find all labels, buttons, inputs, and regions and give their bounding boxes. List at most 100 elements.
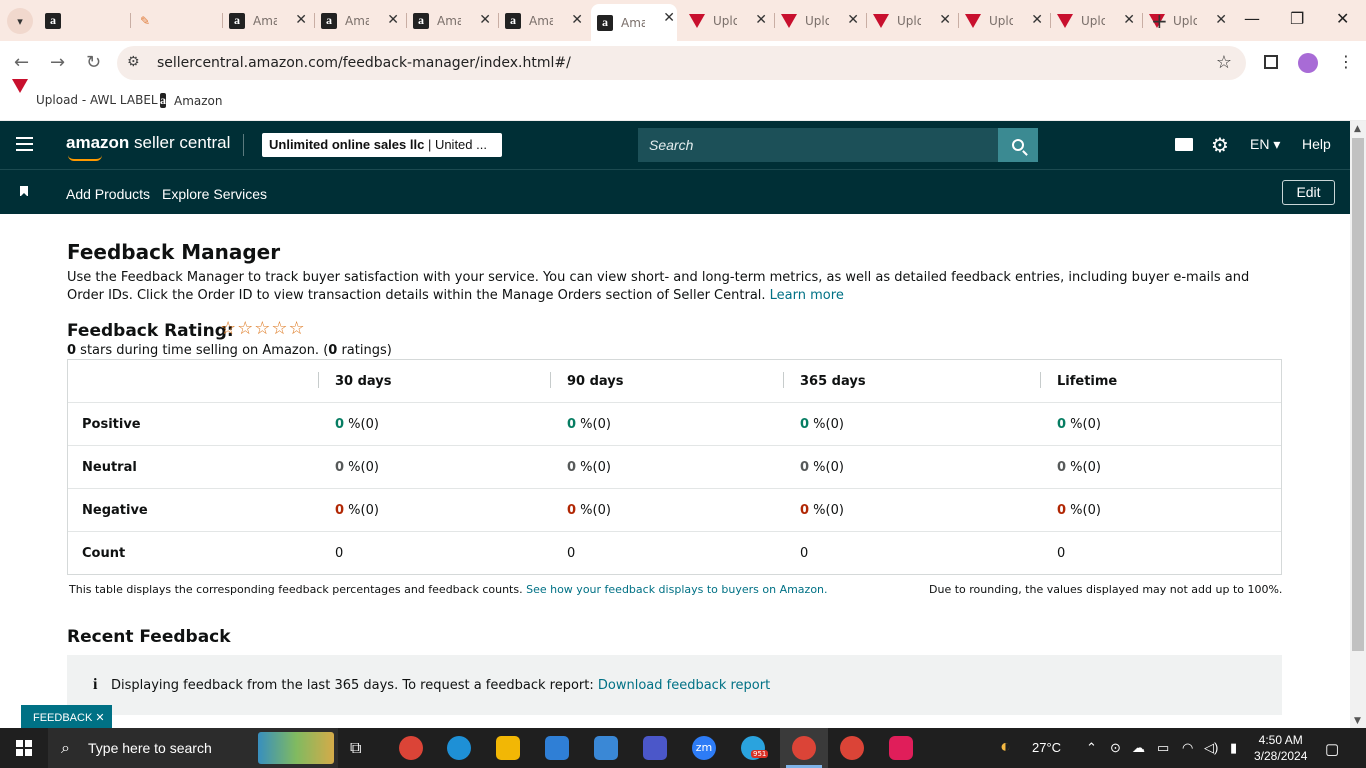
- feedback-widget-button[interactable]: FEEDBACK ✕: [21, 705, 112, 729]
- network-status-icon[interactable]: ⊙: [1110, 740, 1121, 756]
- upload-icon: [689, 13, 705, 29]
- browser-tab[interactable]: a Ama ✕: [413, 6, 493, 35]
- tray-chevron-icon[interactable]: ⌃: [1086, 740, 1097, 756]
- zoom-icon[interactable]: zm: [692, 736, 716, 760]
- close-tab-icon[interactable]: ✕: [1031, 12, 1043, 28]
- battery-icon[interactable]: ▭: [1157, 740, 1169, 756]
- row-label: Positive: [82, 417, 141, 432]
- url-text[interactable]: sellercentral.amazon.com/feedback-manage…: [157, 55, 571, 71]
- omnibox[interactable]: ⚙ sellercentral.amazon.com/feedback-mana…: [117, 46, 1246, 80]
- notifications-icon[interactable]: ▢: [1325, 740, 1339, 758]
- reload-button[interactable]: ↻: [86, 52, 101, 73]
- close-window-button[interactable]: ✕: [1336, 9, 1349, 28]
- telegram-icon[interactable]: 951: [741, 736, 769, 760]
- amazon-icon: a: [229, 12, 245, 29]
- help-link[interactable]: Help: [1302, 136, 1331, 152]
- weather-temp[interactable]: 27°C: [1032, 740, 1061, 755]
- bookmark-upload[interactable]: Upload - AWL LABEL: [12, 79, 158, 107]
- task-view-icon[interactable]: ⧉: [350, 740, 361, 758]
- account-switcher[interactable]: Unlimited online sales llc | United ...: [262, 133, 502, 157]
- bookmark-star-icon[interactable]: ☆: [1216, 52, 1232, 73]
- browser-tab[interactable]: Uplo ✕: [1057, 6, 1137, 35]
- wifi-icon[interactable]: ◠: [1182, 740, 1193, 756]
- video-editor-icon[interactable]: [643, 736, 667, 760]
- tab-search-button[interactable]: ▾: [7, 8, 33, 34]
- windows-start-icon[interactable]: [16, 740, 32, 756]
- search-input[interactable]: Search: [638, 128, 998, 162]
- table-cell: 0 %(0): [335, 417, 379, 432]
- close-tab-icon[interactable]: ✕: [755, 12, 767, 28]
- table-row: Neutral 0 %(0) 0 %(0) 0 %(0) 0 %(0): [68, 446, 1281, 489]
- browser-tab[interactable]: a: [45, 6, 125, 35]
- side-panel-icon[interactable]: [1264, 55, 1278, 69]
- gear-icon[interactable]: ⚙: [1211, 133, 1229, 157]
- close-tab-icon[interactable]: ✕: [479, 12, 491, 28]
- mail-icon[interactable]: [1175, 138, 1193, 151]
- close-tab-icon[interactable]: ✕: [387, 12, 399, 28]
- store-icon[interactable]: [545, 736, 569, 760]
- page-title: Feedback Manager: [67, 240, 281, 264]
- search-icon: [1012, 139, 1024, 151]
- page-scrollbar[interactable]: ▲ ▼: [1350, 121, 1366, 728]
- language-selector[interactable]: EN ▾: [1250, 136, 1280, 153]
- bookmark-amazon[interactable]: a Amazon: [160, 93, 223, 108]
- download-report-link[interactable]: Download feedback report: [598, 678, 770, 693]
- close-tab-icon[interactable]: ✕: [939, 12, 951, 28]
- browser-tab[interactable]: Uplo ✕: [781, 6, 861, 35]
- profile-avatar[interactable]: [1298, 53, 1318, 73]
- hamburger-menu-icon[interactable]: [16, 137, 33, 155]
- volume-icon[interactable]: ◁): [1204, 740, 1218, 756]
- learn-more-link[interactable]: Learn more: [770, 288, 844, 303]
- taskbar-search[interactable]: ⌕ Type here to search: [48, 728, 338, 768]
- site-info-icon[interactable]: ⚙: [127, 54, 140, 70]
- nav-add-products[interactable]: Add Products: [66, 186, 150, 202]
- seller-central-nav: Add Products Explore Services Edit: [0, 169, 1350, 214]
- info-alert: i Displaying feedback from the last 365 …: [67, 655, 1282, 715]
- browser-tab[interactable]: ✎: [137, 6, 217, 35]
- restore-button[interactable]: ❐: [1290, 9, 1304, 28]
- close-tab-icon[interactable]: ✕: [663, 10, 675, 26]
- browser-tab[interactable]: a Ama ✕: [591, 4, 677, 41]
- seller-central-logo[interactable]: amazon seller central: [66, 133, 230, 153]
- slack-icon[interactable]: [889, 736, 913, 760]
- search-button[interactable]: [998, 128, 1038, 162]
- close-tab-icon[interactable]: ✕: [295, 12, 307, 28]
- forward-button[interactable]: →: [50, 52, 65, 73]
- chrome-profile-icon[interactable]: [840, 736, 864, 760]
- table-cell: 0 %(0): [800, 417, 844, 432]
- new-tab-button[interactable]: +: [1151, 9, 1168, 33]
- feedback-rating-label: Feedback Rating:: [67, 321, 234, 341]
- browser-tab[interactable]: Uplo ✕: [965, 6, 1045, 35]
- scroll-down-icon[interactable]: ▼: [1354, 716, 1361, 726]
- close-tab-icon[interactable]: ✕: [1123, 12, 1135, 28]
- browser-tab[interactable]: a Ama ✕: [505, 6, 585, 35]
- nav-explore-services[interactable]: Explore Services: [162, 186, 267, 202]
- bookmark-icon[interactable]: [20, 186, 28, 197]
- edit-nav-button[interactable]: Edit: [1282, 180, 1335, 205]
- back-button[interactable]: ←: [14, 52, 29, 73]
- microphone-icon[interactable]: ▮: [1230, 740, 1237, 756]
- browser-tab[interactable]: a Ama ✕: [321, 6, 401, 35]
- file-explorer-icon[interactable]: [496, 736, 520, 760]
- browser-tab[interactable]: Uplo ✕: [873, 6, 953, 35]
- browser-tab[interactable]: Uplo ✕: [689, 6, 769, 35]
- edge-icon[interactable]: [447, 736, 471, 760]
- close-tab-icon[interactable]: ✕: [1215, 12, 1227, 28]
- browser-menu-icon[interactable]: ⋮: [1338, 52, 1354, 71]
- onedrive-icon[interactable]: ☁: [1132, 740, 1145, 756]
- close-tab-icon[interactable]: ✕: [571, 12, 583, 28]
- column-header: 30 days: [335, 374, 392, 389]
- weather-icon[interactable]: ◐: [1000, 736, 1011, 757]
- chrome-icon[interactable]: [399, 736, 423, 760]
- scroll-up-icon[interactable]: ▲: [1354, 124, 1361, 134]
- mail-app-icon[interactable]: [594, 736, 618, 760]
- chrome-active-icon[interactable]: [792, 736, 816, 760]
- browser-tab[interactable]: a Ama ✕: [229, 6, 309, 35]
- scroll-thumb[interactable]: [1352, 138, 1364, 651]
- tab-title: Ama: [345, 13, 369, 28]
- minimize-button[interactable]: —: [1244, 9, 1260, 28]
- feedback-display-link[interactable]: See how your feedback displays to buyers…: [526, 583, 827, 596]
- close-tab-icon[interactable]: ✕: [847, 12, 859, 28]
- table-row: Count 0 0 0 0: [68, 532, 1281, 575]
- clock[interactable]: 4:50 AM 3/28/2024: [1254, 732, 1307, 764]
